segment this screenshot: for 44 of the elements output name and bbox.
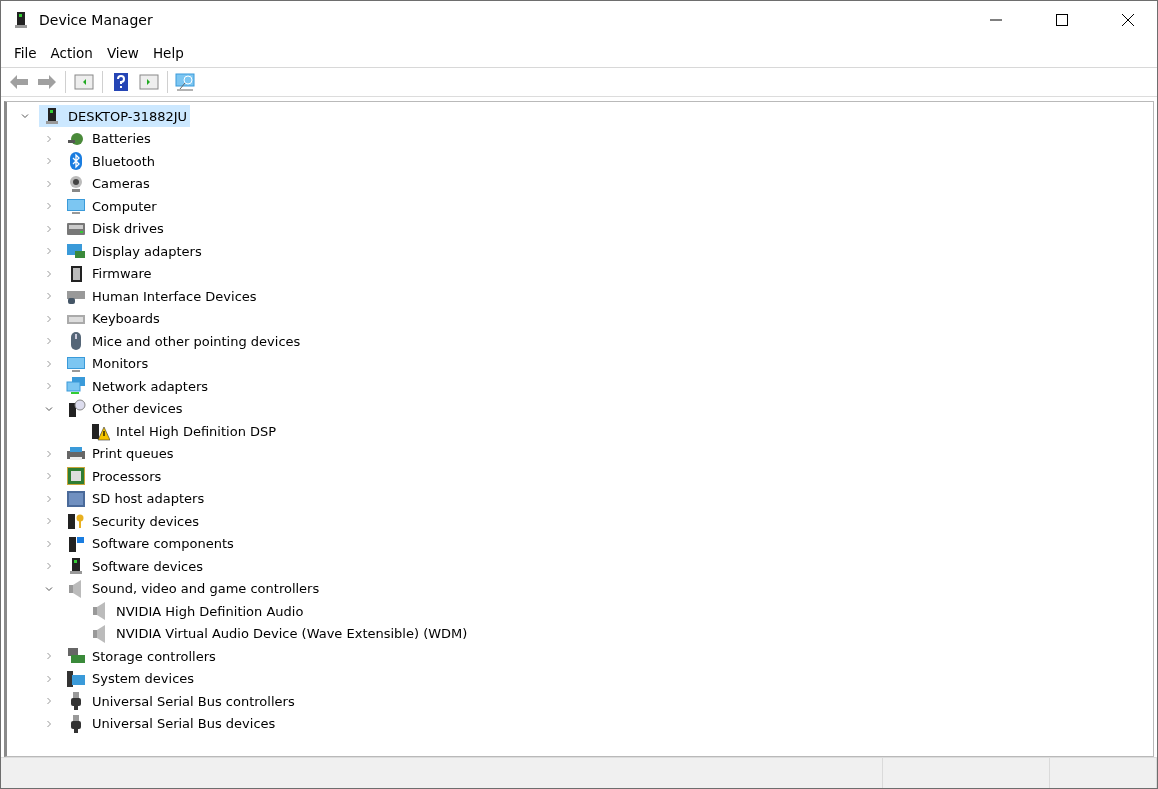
tree-item[interactable]: Network adapters — [63, 375, 212, 398]
tree-item[interactable]: Display adapters — [63, 240, 205, 263]
tree-item[interactable]: NVIDIA Virtual Audio Device (Wave Extensible) (WDM) — [87, 622, 471, 645]
tree-item[interactable]: Bluetooth — [63, 150, 159, 173]
tree-item[interactable]: Sound, video and game controllers — [63, 577, 323, 600]
monitor-icon — [66, 196, 86, 217]
tree-item[interactable]: Batteries — [63, 127, 154, 150]
computer-icon — [66, 668, 86, 689]
tree-item[interactable]: SD host adapters — [63, 487, 208, 510]
card-icon — [66, 488, 86, 509]
processor-icon — [66, 466, 86, 487]
tree-item[interactable]: Processors — [63, 465, 165, 488]
tree-item[interactable]: Software devices — [63, 555, 206, 578]
close-icon — [1122, 14, 1134, 26]
menu-item[interactable]: View — [99, 43, 146, 63]
tree-item[interactable]: Human Interface Devices — [63, 285, 260, 308]
tree-item[interactable]: Monitors — [63, 352, 152, 375]
network-icon — [66, 376, 86, 397]
menu-item[interactable]: Action — [43, 43, 100, 63]
window-title: Device Manager — [39, 12, 154, 28]
scan-hardware-button[interactable] — [174, 70, 198, 94]
menu-item[interactable]: File — [7, 43, 44, 63]
tree-item[interactable]: NVIDIA High Definition Audio — [87, 600, 307, 623]
tree-item[interactable]: Universal Serial Bus controllers — [63, 690, 298, 713]
tree-item[interactable]: Storage controllers — [63, 645, 219, 668]
warning-icon — [90, 421, 110, 442]
tree-item[interactable]: Software components — [63, 532, 237, 555]
tree-item[interactable]: Mice and other pointing devices — [63, 330, 304, 353]
tree-item[interactable]: Computer — [63, 195, 160, 218]
menu-item[interactable]: Help — [145, 43, 191, 63]
tree-item[interactable]: Print queues — [63, 442, 177, 465]
tree-item[interactable]: Keyboards — [63, 307, 163, 330]
maximize-icon — [1056, 14, 1068, 26]
tree-item[interactable]: DESKTOP-31882JU — [39, 105, 191, 128]
tree-item[interactable]: Other devices — [63, 397, 186, 420]
tree-item[interactable]: Security devices — [63, 510, 202, 533]
unknown-device-icon — [66, 398, 86, 419]
tree-item[interactable]: Cameras — [63, 172, 153, 195]
key-icon — [66, 511, 86, 532]
tree-item[interactable]: Intel High Definition DSP — [87, 420, 280, 443]
tree-item[interactable]: System devices — [63, 667, 198, 690]
tree-item[interactable]: Firmware — [63, 262, 155, 285]
tree-item[interactable]: Disk drives — [63, 217, 167, 240]
tree-item[interactable]: Universal Serial Bus devices — [63, 712, 279, 735]
